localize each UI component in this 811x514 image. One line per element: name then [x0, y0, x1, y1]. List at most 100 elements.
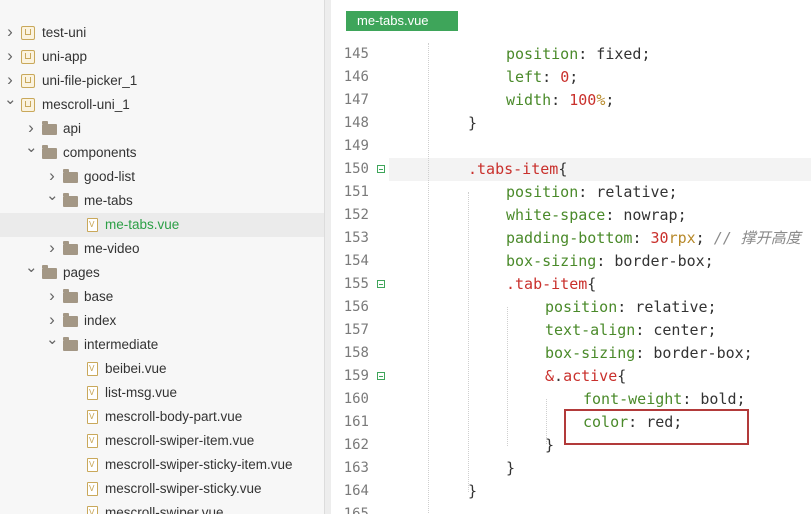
code-line[interactable]: 146 left: 0; [331, 66, 811, 89]
tab-me-tabs-vue[interactable]: me-tabs.vue [346, 11, 458, 31]
tree-item-mescroll-body-part-vue[interactable]: mescroll-body-part.vue [0, 405, 324, 429]
code-line[interactable]: 152 white-space: nowrap; [331, 204, 811, 227]
line-number: 158 [343, 345, 369, 361]
tree-item-me-video[interactable]: › me-video [0, 237, 324, 261]
fold-toggle-icon[interactable] [377, 372, 385, 380]
code-text: position: fixed; [506, 45, 651, 63]
code-line[interactable]: 147 width: 100%; [331, 89, 811, 112]
tree-item-mescroll-uni-1[interactable]: ⌄ mescroll-uni_1 [0, 91, 324, 117]
tree-item-mescroll-swiper-item-vue[interactable]: mescroll-swiper-item.vue [0, 429, 324, 453]
tree-item-label: mescroll-body-part.vue [105, 409, 243, 424]
code-line[interactable]: 150 .tabs-item{ [331, 158, 811, 181]
code-editor[interactable]: me-tabs.vue 145 position: fixed; 146 left: … [331, 0, 811, 514]
tree-item-label: pages [63, 265, 100, 280]
sidebar-resize-handle[interactable] [324, 0, 331, 514]
tree-item-components[interactable]: ⌄ components [0, 139, 324, 165]
tree-item-label: base [84, 289, 114, 304]
tree-item-list-msg-vue[interactable]: list-msg.vue [0, 381, 324, 405]
line-number: 155 [343, 276, 369, 292]
project-icon [21, 74, 35, 88]
tree-item-uni-file-picker-1[interactable]: › uni-file-picker_1 [0, 69, 324, 93]
code-text: left: 0; [506, 68, 579, 86]
indent-guide [507, 307, 508, 446]
folder-icon [63, 241, 78, 255]
fold-toggle-icon[interactable] [377, 280, 385, 288]
code-line[interactable]: 153 padding-bottom: 30rpx; // 撑开高度 [331, 227, 811, 250]
tree-item-me-tabs[interactable]: ⌄ me-tabs [0, 187, 324, 213]
tree-item-label: uni-file-picker_1 [42, 73, 138, 88]
code-line[interactable]: 158 box-sizing: border-box; [331, 342, 811, 365]
line-number: 161 [343, 414, 369, 430]
code-line[interactable]: 157 text-align: center; [331, 319, 811, 342]
line-number: 149 [343, 138, 369, 154]
tree-item-beibei-vue[interactable]: beibei.vue [0, 357, 324, 381]
vue-file-icon [87, 434, 98, 448]
code-line[interactable]: 148} [331, 112, 811, 135]
tree-item-test-uni[interactable]: › test-uni [0, 21, 324, 45]
tree-item-label: mescroll-swiper-sticky-item.vue [105, 457, 293, 472]
code-line[interactable]: 149 [331, 135, 811, 158]
chevron-down-icon[interactable]: ⌄ [46, 328, 59, 352]
code-text: .tabs-item{ [468, 160, 568, 178]
tree-item-intermediate[interactable]: ⌄ intermediate [0, 331, 324, 357]
tree-item-mescroll-swiper-sticky-item-vue[interactable]: mescroll-swiper-sticky-item.vue [0, 453, 324, 477]
code-line[interactable]: 163} [331, 457, 811, 480]
tree-item-base[interactable]: › base [0, 285, 324, 309]
tree-item-label: components [63, 145, 137, 160]
code-text: text-align: center; [545, 321, 717, 339]
tree-item-label: mescroll-swiper.vue [105, 505, 224, 514]
tree-item-mescroll-swiper-vue[interactable]: mescroll-swiper.vue [0, 501, 324, 514]
code-line[interactable]: 156 position: relative; [331, 296, 811, 319]
folder-icon [63, 313, 78, 327]
code-text: .tab-item{ [506, 275, 597, 293]
tree-item-pages[interactable]: ⌄ pages [0, 259, 324, 285]
chevron-right-icon[interactable]: › [4, 20, 16, 44]
annotation-highlight-box [564, 409, 749, 445]
vue-file-icon [87, 362, 98, 376]
tree-item-uni-app[interactable]: › uni-app [0, 45, 324, 69]
line-number: 165 [343, 506, 369, 514]
tree-item-me-tabs-vue[interactable]: me-tabs.vue [0, 213, 324, 237]
code-text: box-sizing: border-box; [506, 252, 714, 270]
code-text: white-space: nowrap; [506, 206, 687, 224]
code-line[interactable]: 164} [331, 480, 811, 503]
code-line[interactable]: 145 position: fixed; [331, 43, 811, 66]
chevron-down-icon[interactable]: ⌄ [25, 136, 38, 160]
vue-file-icon [87, 218, 98, 232]
line-number: 159 [343, 368, 369, 384]
tree-item-label: me-tabs.vue [105, 217, 180, 232]
project-icon [21, 26, 35, 40]
tree-item-mescroll-swiper-sticky-vue[interactable]: mescroll-swiper-sticky.vue [0, 477, 324, 501]
chevron-down-icon[interactable]: ⌄ [46, 184, 59, 208]
code-text: box-sizing: border-box; [545, 344, 753, 362]
code-line[interactable]: 165 [331, 503, 811, 514]
chevron-down-icon[interactable]: ⌄ [4, 88, 17, 112]
chevron-down-icon[interactable]: ⌄ [25, 256, 38, 280]
folder-icon [63, 289, 78, 303]
tree-item-label: index [84, 313, 117, 328]
code-text: position: relative; [545, 298, 717, 316]
code-line[interactable]: 159 &.active{ [331, 365, 811, 388]
code-line[interactable]: 155 .tab-item{ [331, 273, 811, 296]
folder-icon [42, 265, 57, 279]
vue-file-icon [87, 386, 98, 400]
code-line[interactable]: 160 font-weight: bold; [331, 388, 811, 411]
tree-item-label: list-msg.vue [105, 385, 178, 400]
chevron-right-icon[interactable]: › [46, 284, 58, 308]
folder-icon [42, 121, 57, 135]
indent-guide [428, 43, 429, 514]
code-text: &.active{ [545, 367, 627, 385]
tree-item-label: mescroll-swiper-item.vue [105, 433, 255, 448]
code-line[interactable]: 151 position: relative; [331, 181, 811, 204]
line-number: 154 [343, 253, 369, 269]
chevron-right-icon[interactable]: › [46, 236, 58, 260]
fold-toggle-icon[interactable] [377, 165, 385, 173]
line-number: 153 [343, 230, 369, 246]
line-number: 147 [343, 92, 369, 108]
vue-file-icon [87, 482, 98, 496]
chevron-right-icon[interactable]: › [4, 44, 16, 68]
project-icon [21, 98, 35, 112]
code-line[interactable]: 154 box-sizing: border-box; [331, 250, 811, 273]
tree-item-label: test-uni [42, 25, 87, 40]
tree-item-api[interactable]: › api [0, 117, 324, 141]
